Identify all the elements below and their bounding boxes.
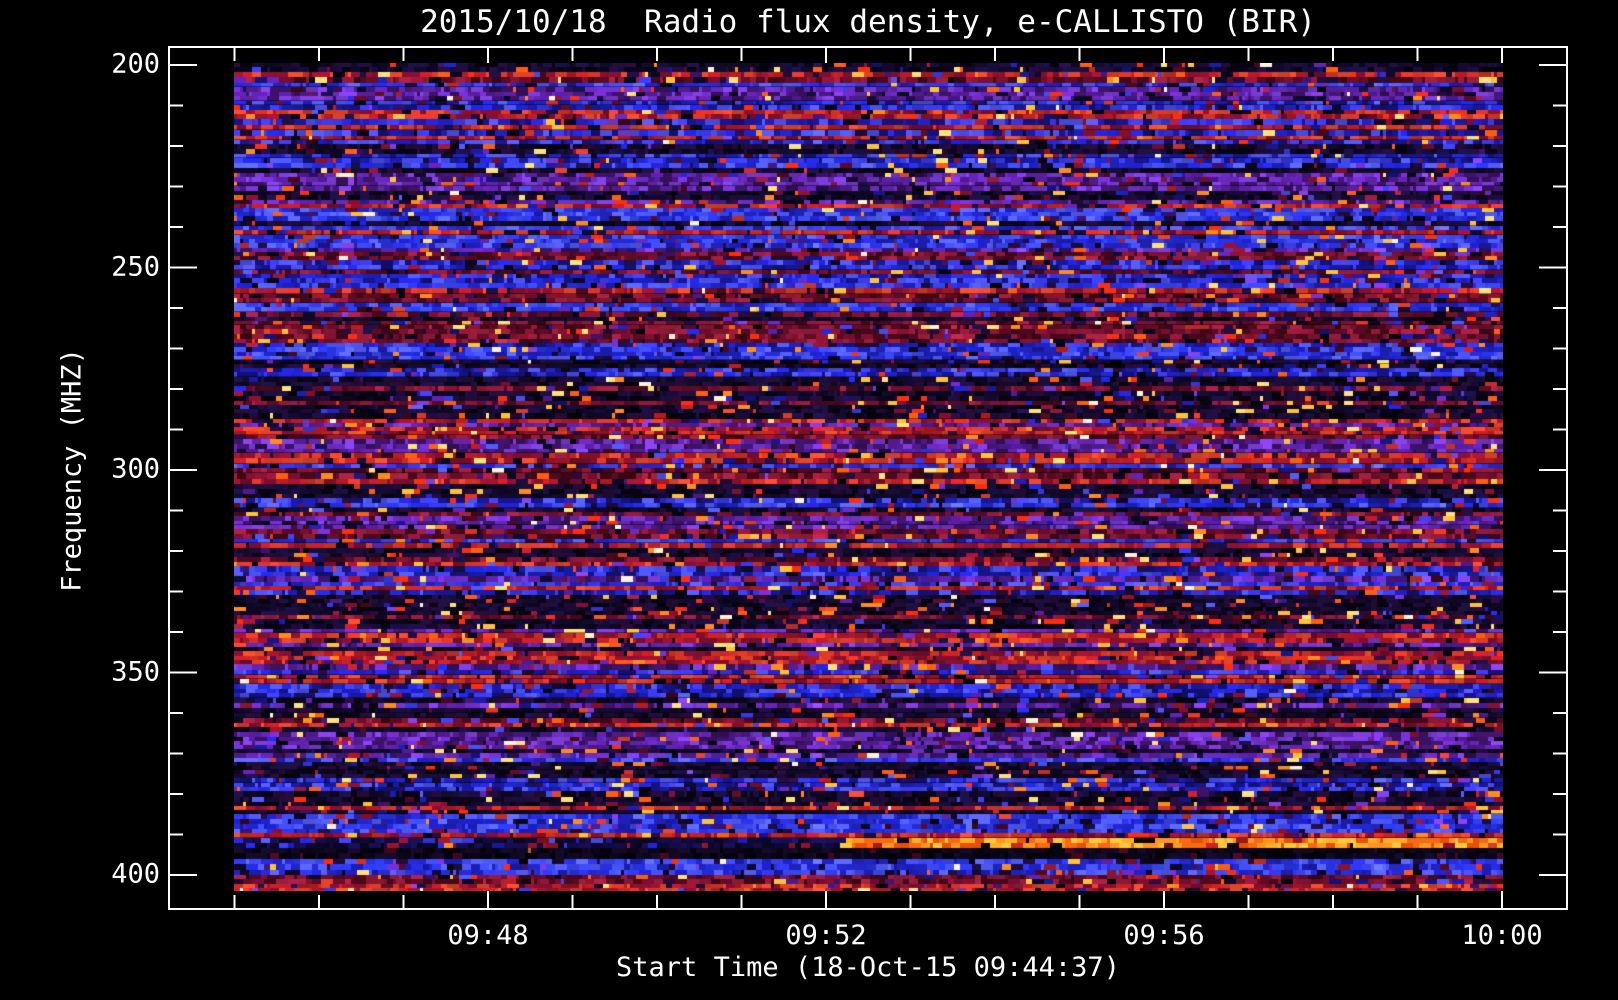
spectrogram-image [234, 63, 1503, 891]
x-tick-label: 09:52 [785, 920, 867, 951]
x-axis-title: Start Time (18-Oct-15 09:44:37) [616, 952, 1120, 983]
y-tick-label: 400 [111, 858, 160, 890]
x-tick-label: 09:56 [1123, 920, 1205, 951]
y-tick-label: 200 [111, 48, 160, 80]
y-tick-label: 250 [111, 250, 160, 282]
x-tick-label: 09:48 [447, 920, 529, 951]
y-axis-title: Frequency (MHZ) [56, 348, 88, 592]
spectrogram-page: 2015/10/18 Radio flux density, e-CALLIST… [0, 0, 1618, 1000]
y-tick-label: 350 [111, 655, 160, 687]
x-tick-label: 10:00 [1461, 920, 1543, 951]
